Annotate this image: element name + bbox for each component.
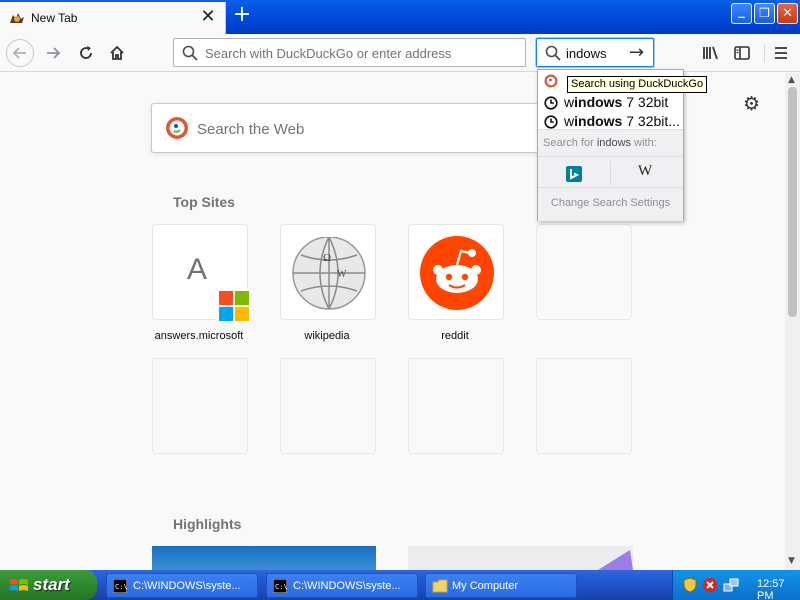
highlight-thumbnail-graphic: [598, 550, 633, 570]
close-icon: ✕: [782, 6, 793, 21]
menu-button[interactable]: [768, 40, 794, 66]
restore-icon: ❐: [759, 6, 770, 20]
back-arrow-icon: [12, 47, 26, 59]
top-site-tile-wikipedia[interactable]: Ω W: [280, 224, 376, 320]
microsoft-logo-icon: [217, 289, 251, 323]
tab-title: New Tab: [31, 11, 78, 25]
library-icon: [703, 46, 718, 60]
search-go-arrow-icon[interactable]: →: [629, 42, 644, 63]
minimize-button[interactable]: _: [731, 3, 752, 24]
change-search-settings-button[interactable]: Change Search Settings: [538, 197, 683, 209]
command-prompt-icon: C:\: [113, 579, 127, 593]
page-scrollbar[interactable]: ▲ ▼: [785, 73, 800, 570]
highlight-card[interactable]: [152, 546, 376, 570]
highlight-card[interactable]: [408, 546, 633, 570]
library-button[interactable]: [698, 40, 724, 66]
close-window-button[interactable]: ✕: [777, 3, 798, 24]
tab-close-icon[interactable]: ✕: [200, 7, 216, 25]
history-clock-icon: [544, 96, 558, 110]
top-site-label: answers.microsoft: [154, 330, 244, 342]
forward-button[interactable]: [40, 40, 66, 66]
sidebar-toggle-button[interactable]: [729, 40, 755, 66]
top-site-tile-empty[interactable]: [152, 358, 248, 454]
taskbar-item-my-computer[interactable]: My Computer: [425, 573, 577, 598]
taskbar-item-label: C:\WINDOWS\syste...: [133, 580, 241, 592]
scrollbar-thumb[interactable]: [788, 87, 797, 317]
top-site-tile-empty[interactable]: [280, 358, 376, 454]
suggestion-text: windows 7 32bit...: [564, 113, 680, 129]
home-button[interactable]: [104, 40, 130, 66]
bing-logo-icon[interactable]: [566, 166, 582, 182]
search-icon: [182, 45, 198, 61]
taskbar-clock: 12:57 PM: [757, 578, 785, 600]
search-for-label: Search for indows with:: [543, 137, 657, 149]
web-search-box[interactable]: [151, 103, 601, 153]
firefox-favicon-icon: [10, 13, 24, 23]
top-site-tile-empty[interactable]: [408, 358, 504, 454]
taskbar-item-cmd[interactable]: C:\ C:\WINDOWS\syste...: [266, 573, 418, 598]
address-input[interactable]: [205, 44, 515, 62]
svg-text:C:\: C:\: [115, 583, 127, 591]
duckduckgo-logo-icon: [544, 74, 558, 88]
reload-icon: [80, 46, 92, 59]
engine-divider: [610, 161, 611, 185]
taskbar-item-label: My Computer: [452, 580, 519, 592]
top-site-tile-reddit[interactable]: [408, 224, 504, 320]
hamburger-menu-icon: [775, 47, 787, 59]
command-prompt-icon: C:\: [273, 579, 287, 593]
top-site-tile-empty[interactable]: [536, 358, 632, 454]
reddit-logo-icon: [420, 236, 494, 310]
back-button[interactable]: [6, 39, 34, 67]
reload-button[interactable]: [73, 40, 99, 66]
search-icon: [545, 45, 561, 61]
security-alert-icon[interactable]: [702, 577, 718, 593]
scroll-down-arrow-icon[interactable]: ▼: [788, 556, 798, 566]
start-button[interactable]: start: [0, 570, 97, 600]
toolbar-divider: [764, 44, 765, 62]
search-bar[interactable]: →: [536, 38, 654, 67]
highlights-title: Highlights: [173, 516, 242, 532]
start-label: start: [33, 575, 70, 594]
home-icon: [110, 45, 124, 60]
sidebar-icon: [734, 46, 750, 60]
svg-text:C:\: C:\: [275, 583, 287, 591]
web-search-input[interactable]: [197, 118, 577, 140]
taskbar: start C:\ C:\WINDOWS\syste... C:\ C:\WIN…: [0, 570, 800, 600]
taskbar-item-cmd[interactable]: C:\ C:\WINDOWS\syste...: [106, 573, 258, 598]
folder-icon: [432, 579, 448, 593]
tab-new-tab[interactable]: New Tab ✕: [0, 2, 226, 34]
tile-letter: A: [187, 253, 208, 286]
top-site-label: reddit: [441, 330, 469, 342]
title-bar: New Tab ✕ + _ ❐ ✕: [0, 0, 800, 34]
duckduckgo-logo-icon: [166, 117, 188, 139]
search-tooltip: Search using DuckDuckGo: [567, 76, 708, 93]
taskbar-item-label: C:\WINDOWS\syste...: [293, 580, 401, 592]
top-site-tile-answers-microsoft[interactable]: A: [152, 224, 251, 323]
search-input[interactable]: [566, 44, 628, 62]
suggestion-item[interactable]: windows 7 32bit: [538, 93, 683, 112]
security-shield-icon[interactable]: [683, 577, 697, 593]
one-off-engines-row: W: [538, 156, 683, 188]
new-tab-button[interactable]: +: [231, 4, 253, 28]
settings-gear-icon[interactable]: ⚙: [743, 93, 760, 115]
forward-arrow-icon: [47, 47, 61, 59]
svg-text:W: W: [337, 269, 347, 280]
system-tray: 12:57 PM: [672, 570, 800, 600]
top-site-tile-empty[interactable]: [536, 224, 632, 320]
address-bar[interactable]: [173, 38, 526, 67]
top-sites-title: Top Sites: [173, 194, 235, 210]
svg-text:Ω: Ω: [323, 252, 331, 264]
scroll-up-arrow-icon[interactable]: ▲: [788, 75, 798, 85]
minimize-icon: _: [738, 4, 745, 19]
suggestion-text: windows 7 32bit: [564, 94, 669, 110]
maximize-button[interactable]: ❐: [754, 3, 775, 24]
windows-flag-icon: [10, 579, 28, 591]
network-icon[interactable]: [723, 577, 739, 593]
nav-toolbar: →: [0, 34, 800, 72]
wikipedia-engine-icon[interactable]: W: [638, 163, 652, 180]
wikipedia-globe-icon: Ω W: [292, 233, 366, 310]
history-clock-icon: [544, 115, 558, 129]
top-site-label: wikipedia: [304, 330, 350, 342]
